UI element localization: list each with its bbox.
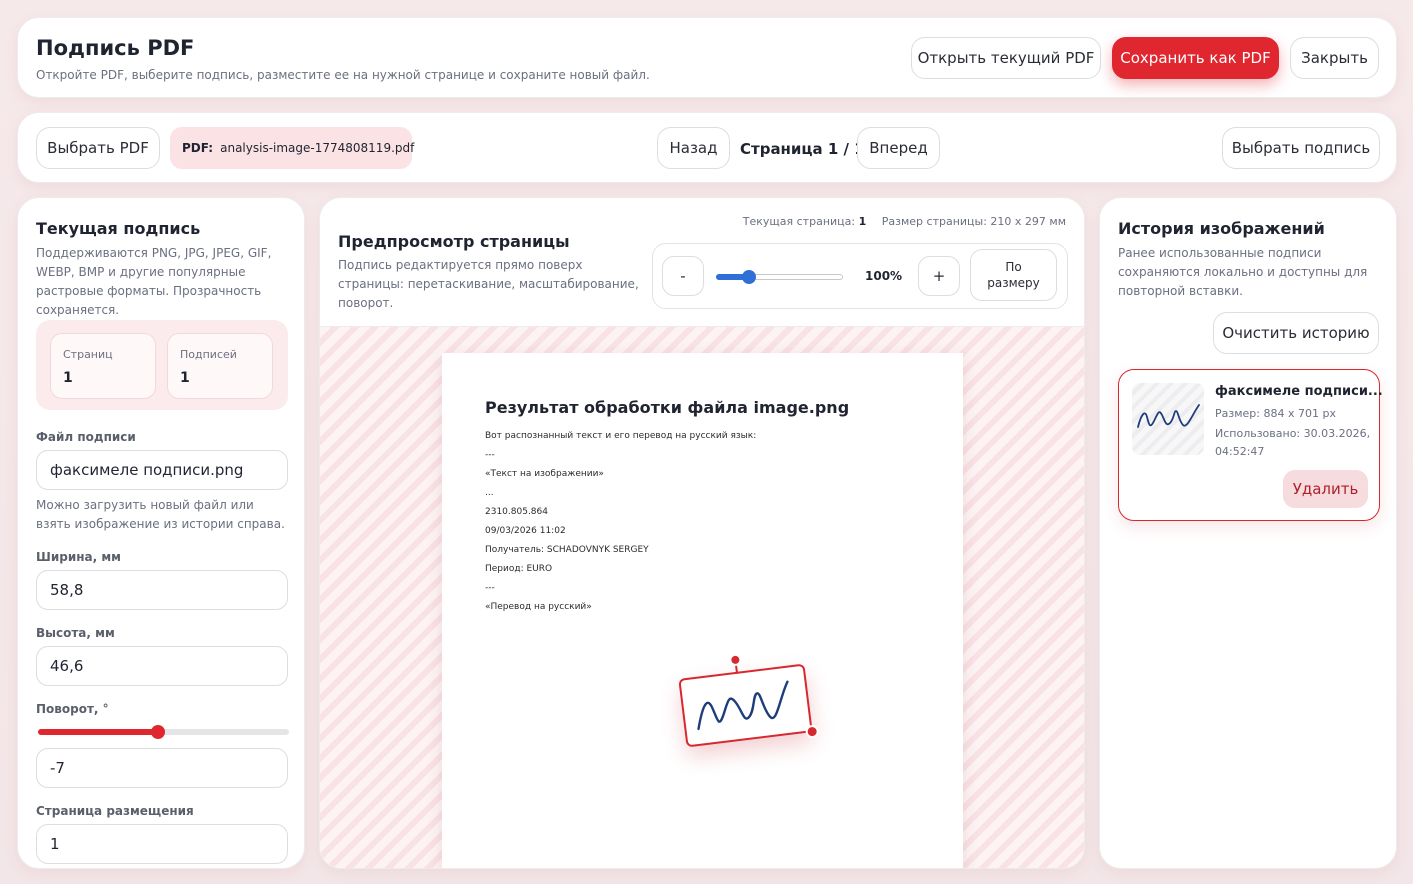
stat-pages: Страниц 1: [50, 333, 156, 399]
preview-title: Предпросмотр страницы: [338, 232, 570, 251]
history-description: Ранее использованные подписи сохраняются…: [1118, 246, 1368, 298]
header-card: Подпись PDF Откройте PDF, выберите подпи…: [17, 17, 1397, 98]
stats-box: Страниц 1 Подписей 1: [36, 320, 288, 410]
width-label: Ширина, мм: [36, 550, 121, 564]
stat-pages-label: Страниц: [63, 348, 113, 361]
page-size-label: Размер страницы: 210 x 297 мм: [881, 215, 1066, 228]
history-signature-image: [1137, 404, 1200, 428]
placed-signature[interactable]: [678, 653, 820, 748]
rotation-slider-fill: [38, 729, 159, 735]
history-thumbnail: [1132, 383, 1204, 455]
history-item-used: Использовано: 30.03.2026, 04:52:47: [1215, 427, 1371, 458]
pdf-file-chip: PDF: analysis-image-1774808119.pdf: [170, 127, 415, 169]
document-line: 2310.805.864: [485, 507, 548, 517]
zoom-out-button[interactable]: -: [662, 256, 704, 296]
height-input[interactable]: 46,6: [36, 646, 288, 686]
zoom-slider[interactable]: [716, 270, 843, 284]
rotation-input[interactable]: -7: [36, 748, 288, 788]
fit-to-size-button[interactable]: По размеру: [970, 249, 1057, 301]
signature-file-label: Файл подписи: [36, 430, 136, 444]
placement-page-label: Страница размещения: [36, 804, 194, 818]
pdf-file-name: analysis-image-1774808119.pdf: [220, 141, 415, 155]
zoom-slider-thumb[interactable]: [742, 270, 757, 284]
formats-description: Поддерживаются PNG, JPG, JPEG, GIF, WEBP…: [36, 246, 272, 317]
document-line: Период: EURO: [485, 564, 553, 574]
choose-signature-button[interactable]: Выбрать подпись: [1222, 127, 1380, 169]
preview-description: Подпись редактируется прямо поверх стран…: [338, 258, 639, 310]
delete-history-item-button[interactable]: Удалить: [1283, 470, 1368, 508]
page-indicator: Страница 1 / 1: [740, 140, 865, 158]
history-item-name: факсимеле подписи...: [1215, 384, 1383, 399]
signature-image: [697, 680, 789, 731]
signature-file-field[interactable]: факсимеле подписи.png: [36, 450, 288, 490]
forward-button[interactable]: Вперед: [857, 127, 940, 169]
stat-signatures: Подписей 1: [167, 333, 273, 399]
current-page-value: 1: [858, 215, 867, 228]
document-line: ---: [485, 583, 495, 593]
document-line: ---: [485, 450, 495, 460]
document-line: ...: [485, 488, 494, 498]
clear-history-button[interactable]: Очистить историю: [1213, 312, 1379, 354]
image-history-panel: История изображений Ранее использованные…: [1099, 197, 1397, 869]
zoom-value: 100%: [865, 269, 903, 283]
stat-signatures-label: Подписей: [180, 348, 237, 361]
height-label: Высота, мм: [36, 626, 115, 640]
stat-pages-value: 1: [63, 370, 73, 386]
zoom-controls: - 100% + По размеру: [652, 243, 1068, 309]
pdf-page: Результат обработки файла image.png Вот …: [442, 353, 963, 868]
current-page-label: Текущая страница:: [742, 215, 856, 228]
back-button[interactable]: Назад: [657, 127, 730, 169]
document-line: Получатель: SCHADOVNYK SERGEY: [485, 545, 649, 555]
placement-page-input[interactable]: 1: [36, 824, 288, 864]
rotation-slider[interactable]: [38, 725, 289, 739]
width-input[interactable]: 58,8: [36, 570, 288, 610]
close-button[interactable]: Закрыть: [1290, 37, 1379, 79]
history-title: История изображений: [1118, 219, 1325, 238]
stat-signatures-value: 1: [180, 370, 190, 386]
document-line: Вот распознанный текст и его перевод на …: [485, 431, 757, 441]
document-body: Вот распознанный текст и его перевод на …: [485, 427, 925, 617]
document-line: 09/03/2026 11:02: [485, 526, 566, 536]
document-line: «Текст на изображении»: [485, 469, 604, 479]
resize-handle[interactable]: [804, 724, 820, 739]
current-signature-title: Текущая подпись: [36, 219, 201, 238]
rotation-slider-thumb[interactable]: [151, 725, 166, 739]
preview-panel: Текущая страница: 1 Размер страницы: 210…: [319, 197, 1085, 869]
history-item[interactable]: факсимеле подписи... Размер: 884 x 701 p…: [1118, 369, 1383, 521]
document-heading: Результат обработки файла image.png: [485, 398, 850, 417]
signature-file-hint: Можно загрузить новый файл или взять изо…: [36, 498, 285, 531]
save-as-pdf-button[interactable]: Сохранить как PDF: [1112, 37, 1279, 79]
page-meta: Текущая страница: 1 Размер страницы: 210…: [743, 215, 1066, 228]
rotation-label: Поворот, °: [36, 702, 109, 716]
fit-to-size-label: По размеру: [987, 260, 1040, 290]
page-title: Подпись PDF: [36, 36, 195, 60]
rotate-handle[interactable]: [728, 653, 743, 667]
page-subtitle: Откройте PDF, выберите подпись, размести…: [36, 68, 650, 82]
choose-pdf-button[interactable]: Выбрать PDF: [36, 127, 160, 169]
current-signature-panel: Текущая подпись Поддерживаются PNG, JPG,…: [17, 197, 305, 869]
zoom-in-button[interactable]: +: [918, 256, 960, 296]
toolbar-card: Выбрать PDF PDF: analysis-image-17748081…: [17, 112, 1397, 183]
pdf-prefix: PDF:: [182, 141, 214, 155]
history-item-size: Размер: 884 x 701 px: [1215, 407, 1336, 420]
document-line: «Перевод на русский»: [485, 602, 592, 612]
open-current-pdf-button[interactable]: Открыть текущий PDF: [911, 37, 1101, 79]
preview-canvas: Результат обработки файла image.png Вот …: [320, 326, 1084, 868]
